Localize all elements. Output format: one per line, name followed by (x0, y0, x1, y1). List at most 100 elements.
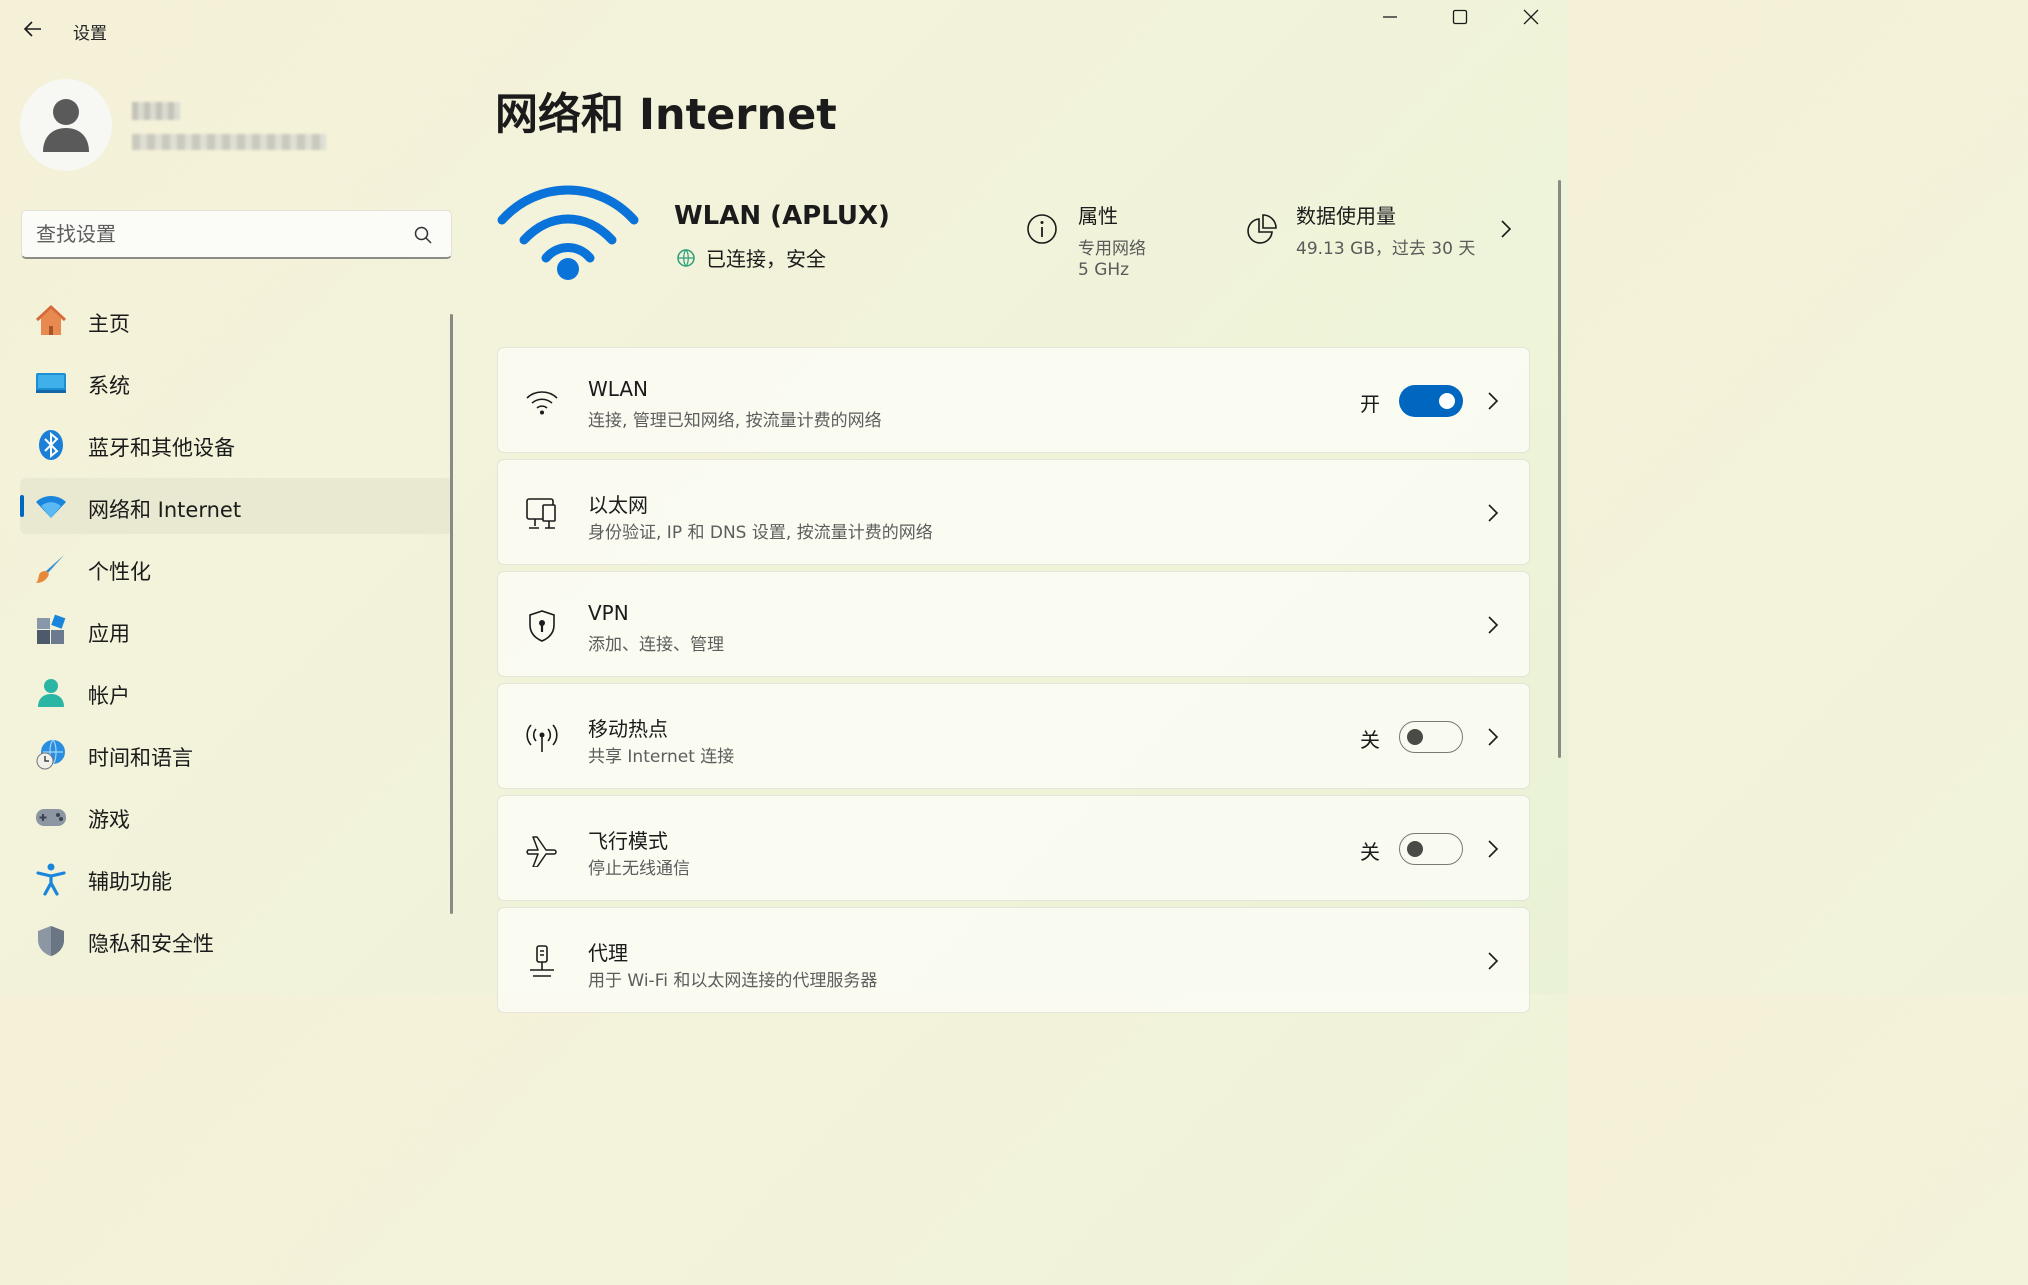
nav-item-network[interactable]: 网络和 Internet (20, 478, 452, 534)
chevron-right-icon[interactable] (1482, 837, 1504, 861)
nav-label: 系统 (88, 374, 130, 398)
mobile-hotspot-card[interactable]: 移动热点 共享 Internet 连接 关 (497, 683, 1530, 789)
toggle-knob (1407, 841, 1423, 857)
nav-scrollbar[interactable] (450, 314, 453, 914)
chevron-right-icon[interactable] (1494, 216, 1518, 242)
settings-cards: WLAN 连接, 管理已知网络, 按流量计费的网络 开 以太网 身份验证, IP… (497, 347, 1530, 1019)
toggle-knob (1407, 729, 1423, 745)
card-description: 身份验证, IP 和 DNS 设置, 按流量计费的网络 (588, 523, 933, 543)
maximize-button[interactable] (1425, 0, 1495, 34)
airplane-icon (522, 830, 562, 870)
ethernet-card[interactable]: 以太网 身份验证, IP 和 DNS 设置, 按流量计费的网络 (497, 459, 1530, 565)
page-title: 网络和 Internet (495, 90, 837, 140)
toggle-knob (1439, 393, 1455, 409)
time-language-icon (34, 738, 68, 772)
nav-item-accounts[interactable]: 帐户 (20, 664, 452, 720)
network-profile: 专用网络 (1078, 239, 1146, 259)
card-description: 停止无线通信 (588, 859, 690, 879)
proxy-card[interactable]: 代理 用于 Wi-Fi 和以太网连接的代理服务器 (497, 907, 1530, 1013)
chevron-right-icon[interactable] (1482, 949, 1504, 973)
wlan-card[interactable]: WLAN 连接, 管理已知网络, 按流量计费的网络 开 (497, 347, 1530, 453)
globe-icon (677, 248, 695, 267)
nav-list: 主页 系统 蓝牙和其他设备 网络和 Internet 个性化 应用 帐户 时间和… (20, 292, 452, 974)
nav-item-gaming[interactable]: 游戏 (20, 788, 452, 844)
data-usage-title: 数据使用量 (1296, 204, 1396, 228)
wifi-hero-icon (497, 185, 639, 280)
nav-label: 应用 (88, 622, 130, 646)
nav-label: 网络和 Internet (88, 498, 242, 522)
brush-icon (34, 552, 68, 586)
system-icon (34, 366, 68, 400)
connection-status-text: 已连接，安全 (706, 247, 826, 271)
back-button[interactable] (18, 14, 48, 44)
wifi-icon (522, 382, 562, 422)
search-icon[interactable] (413, 225, 433, 245)
toggle-state-label: 关 (1360, 840, 1380, 864)
nav-item-home[interactable]: 主页 (20, 292, 452, 348)
chevron-right-icon[interactable] (1482, 613, 1504, 637)
toggle-state-label: 关 (1360, 728, 1380, 752)
user-name-redacted (132, 102, 180, 120)
airplane-mode-card[interactable]: 飞行模式 停止无线通信 关 (497, 795, 1530, 901)
back-arrow-icon (23, 21, 41, 37)
nav-label: 蓝牙和其他设备 (88, 436, 235, 460)
nav-item-privacy[interactable]: 隐私和安全性 (20, 912, 452, 968)
mobile-hotspot-toggle[interactable] (1399, 721, 1463, 753)
card-description: 添加、连接、管理 (588, 635, 724, 655)
card-description: 连接, 管理已知网络, 按流量计费的网络 (588, 411, 882, 431)
nav-label: 时间和语言 (88, 746, 193, 770)
close-button[interactable] (1496, 0, 1566, 34)
toggle-state-label: 开 (1360, 392, 1380, 416)
nav-item-accessibility[interactable]: 辅助功能 (20, 850, 452, 906)
card-title: WLAN (588, 377, 649, 401)
network-icon (34, 490, 68, 524)
accessibility-icon (34, 862, 68, 896)
nav-item-bluetooth[interactable]: 蓝牙和其他设备 (20, 416, 452, 472)
data-usage-value: 49.13 GB，过去 30 天 (1296, 239, 1476, 259)
nav-item-system[interactable]: 系统 (20, 354, 452, 410)
nav-label: 游戏 (88, 808, 130, 832)
main-scrollbar[interactable] (1558, 180, 1561, 758)
minimize-button[interactable] (1355, 0, 1425, 34)
nav-item-personalization[interactable]: 个性化 (20, 540, 452, 596)
card-description: 共享 Internet 连接 (588, 747, 735, 767)
connection-name: WLAN (APLUX) (674, 201, 890, 231)
search-box[interactable] (21, 210, 452, 259)
bluetooth-icon (34, 428, 68, 462)
properties-title: 属性 (1078, 204, 1118, 228)
maximize-icon (1452, 9, 1468, 25)
home-icon (34, 304, 68, 338)
chevron-right-icon[interactable] (1482, 389, 1504, 413)
chevron-right-icon[interactable] (1482, 725, 1504, 749)
vpn-card[interactable]: VPN 添加、连接、管理 (497, 571, 1530, 677)
card-description: 用于 Wi-Fi 和以太网连接的代理服务器 (588, 971, 878, 991)
nav-label: 主页 (88, 312, 130, 336)
hotspot-icon (522, 718, 562, 758)
card-title: VPN (588, 601, 629, 625)
ethernet-icon (522, 494, 562, 534)
vpn-shield-icon (522, 606, 562, 646)
airplane-mode-toggle[interactable] (1399, 833, 1463, 865)
apps-icon (34, 614, 68, 648)
wlan-toggle[interactable] (1399, 385, 1463, 417)
app-title: 设置 (73, 24, 107, 44)
user-avatar[interactable] (20, 79, 112, 171)
network-band: 5 GHz (1078, 260, 1130, 280)
nav-label: 辅助功能 (88, 870, 172, 894)
nav-item-time-language[interactable]: 时间和语言 (20, 726, 452, 782)
nav-item-apps[interactable]: 应用 (20, 602, 452, 658)
privacy-shield-icon (34, 924, 68, 958)
proxy-icon (522, 942, 562, 982)
card-title: 移动热点 (588, 717, 668, 741)
title-bar: 设置 (0, 0, 1568, 56)
pie-chart-icon (1247, 214, 1277, 244)
card-title: 代理 (588, 941, 628, 965)
search-input[interactable] (36, 222, 406, 246)
chevron-right-icon[interactable] (1482, 501, 1504, 525)
nav-label: 个性化 (88, 560, 151, 584)
selection-indicator (20, 495, 24, 517)
user-email-redacted (132, 134, 326, 150)
minimize-icon (1383, 16, 1397, 18)
info-icon (1027, 214, 1057, 244)
connection-status: 已连接，安全 (676, 243, 826, 272)
